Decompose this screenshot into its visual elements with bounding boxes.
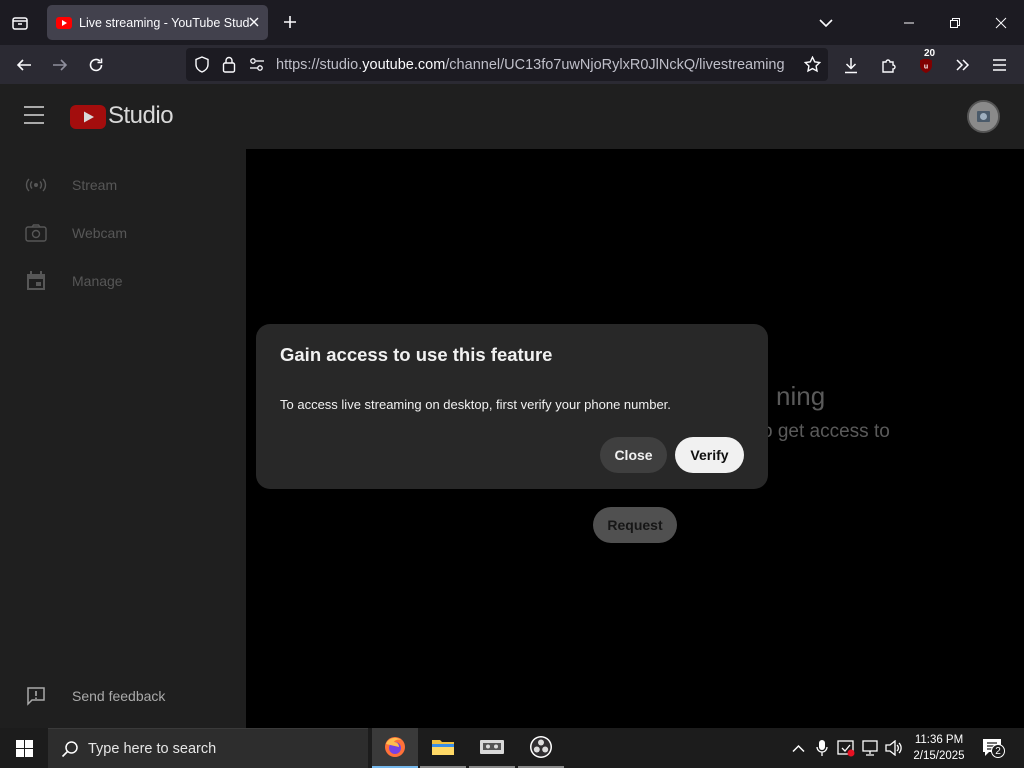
- browser-tab-active[interactable]: Live streaming - YouTube Studio: [47, 5, 268, 40]
- extension-badge-count: 20: [922, 48, 938, 59]
- puzzle-icon: [881, 58, 896, 73]
- taskbar-search-box[interactable]: Type here to search: [48, 728, 368, 768]
- bookmark-star-icon[interactable]: [804, 56, 821, 73]
- window-close-button[interactable]: [978, 0, 1024, 45]
- tab-list-button[interactable]: [6, 9, 34, 37]
- network-tray-button[interactable]: [861, 738, 881, 758]
- cassette-icon: [480, 740, 504, 754]
- verify-button[interactable]: Verify: [675, 437, 744, 473]
- firefox-icon: [385, 737, 405, 757]
- reload-icon: [89, 58, 103, 72]
- search-icon: [61, 741, 78, 758]
- background-heading-fragment: ning: [776, 381, 826, 411]
- sidebar-item-label: Manage: [72, 273, 123, 289]
- windows-security-icon: [837, 740, 855, 757]
- sidebar-item-label: Webcam: [72, 225, 127, 241]
- speaker-icon: [885, 740, 902, 756]
- send-feedback-link[interactable]: Send feedback: [0, 676, 246, 716]
- microphone-tray-button[interactable]: [812, 738, 832, 758]
- youtube-logo-icon: [70, 105, 106, 129]
- youtube-favicon-icon: [56, 16, 72, 29]
- dialog-message: To access live streaming on desktop, fir…: [280, 397, 671, 412]
- webcam-icon: [25, 222, 47, 244]
- restore-button[interactable]: [932, 0, 978, 45]
- stream-icon: [25, 174, 47, 196]
- taskbar-clock[interactable]: 11:36 PM 2/15/2025: [905, 732, 973, 764]
- microphone-icon: [816, 740, 828, 756]
- back-button[interactable]: [10, 51, 38, 79]
- new-tab-button[interactable]: [278, 10, 302, 34]
- folder-icon: [432, 740, 454, 755]
- search-placeholder: Type here to search: [88, 741, 217, 757]
- back-arrow-icon: [16, 59, 31, 71]
- lock-icon[interactable]: [222, 56, 236, 73]
- browser-navigation-bar: https://studio.youtube.com/channel/UC13f…: [0, 45, 1024, 84]
- url-text[interactable]: https://studio.youtube.com/channel/UC13f…: [276, 57, 785, 73]
- clock-date: 2/15/2025: [913, 750, 965, 762]
- browser-tab-bar: Live streaming - YouTube Studio: [0, 0, 1024, 45]
- minimize-button[interactable]: [886, 0, 932, 45]
- minimize-icon: [904, 22, 914, 23]
- gain-access-dialog: Gain access to use this feature To acces…: [256, 324, 768, 489]
- reload-button[interactable]: [82, 51, 110, 79]
- sidebar-item-stream[interactable]: Stream: [0, 165, 246, 205]
- chevron-up-icon: [791, 744, 805, 752]
- restore-icon: [950, 17, 960, 28]
- background-subtext-fragment: o get access to: [762, 421, 890, 442]
- sidebar-item-webcam[interactable]: Webcam: [0, 213, 246, 253]
- extensions-button[interactable]: [874, 51, 902, 79]
- downloads-button[interactable]: [837, 51, 865, 79]
- tracking-protection-shield-icon[interactable]: [194, 56, 210, 73]
- taskbar-media-app[interactable]: [469, 728, 515, 768]
- feedback-icon: [25, 685, 47, 707]
- sidebar-item-label: Stream: [72, 177, 118, 193]
- network-icon: [862, 740, 878, 756]
- studio-logo-text: Studio: [108, 102, 174, 129]
- account-avatar[interactable]: [967, 100, 1000, 133]
- list-all-tabs-button[interactable]: [814, 11, 838, 35]
- app-menu-button[interactable]: [985, 51, 1013, 79]
- tab-list-icon: [12, 17, 28, 30]
- obs-icon: [530, 736, 552, 758]
- send-feedback-label: Send feedback: [72, 688, 166, 704]
- taskbar-obs[interactable]: [518, 728, 564, 768]
- permissions-icon[interactable]: [249, 57, 265, 72]
- windows-taskbar: Type here to search 11:36 PM 2/15/2025 2: [0, 728, 1024, 768]
- chevron-down-icon: [819, 19, 833, 28]
- volume-tray-button[interactable]: [884, 738, 904, 758]
- show-hidden-icons-button[interactable]: [788, 738, 808, 758]
- plus-icon: [284, 16, 296, 28]
- download-icon: [845, 57, 857, 73]
- ublock-extension-button[interactable]: u 20: [912, 48, 940, 79]
- dialog-title: Gain access to use this feature: [280, 344, 553, 365]
- taskbar-file-explorer[interactable]: [420, 728, 466, 768]
- studio-menu-button[interactable]: [24, 106, 48, 126]
- windows-logo-icon: [15, 739, 33, 757]
- notification-count-badge: 2: [991, 744, 1005, 758]
- forward-button[interactable]: [46, 51, 74, 79]
- chevrons-right-icon: [956, 59, 970, 71]
- start-button[interactable]: [0, 728, 48, 768]
- close-icon: [995, 17, 1007, 28]
- close-button[interactable]: Close: [600, 437, 667, 473]
- more-tools-button[interactable]: [949, 51, 977, 79]
- studio-header: Studio: [0, 84, 1024, 149]
- action-center-button[interactable]: 2: [980, 736, 1006, 760]
- studio-sidebar: Stream Webcam Manage Send feedback: [0, 149, 246, 728]
- request-button[interactable]: Request: [593, 507, 677, 543]
- close-icon: [249, 17, 259, 27]
- calendar-icon: [25, 270, 47, 292]
- forward-arrow-icon: [53, 59, 68, 71]
- sidebar-item-manage[interactable]: Manage: [0, 261, 246, 301]
- address-bar[interactable]: https://studio.youtube.com/channel/UC13f…: [186, 48, 828, 81]
- clock-time: 11:36 PM: [914, 734, 964, 746]
- taskbar-firefox[interactable]: [372, 728, 418, 768]
- hamburger-menu-icon: [992, 59, 1006, 71]
- tab-close-button[interactable]: [246, 14, 262, 30]
- security-tray-button[interactable]: [836, 738, 856, 758]
- tab-title: Live streaming - YouTube Studio: [79, 15, 249, 30]
- avatar-image-icon: [969, 102, 998, 131]
- svg-text:u: u: [924, 64, 928, 71]
